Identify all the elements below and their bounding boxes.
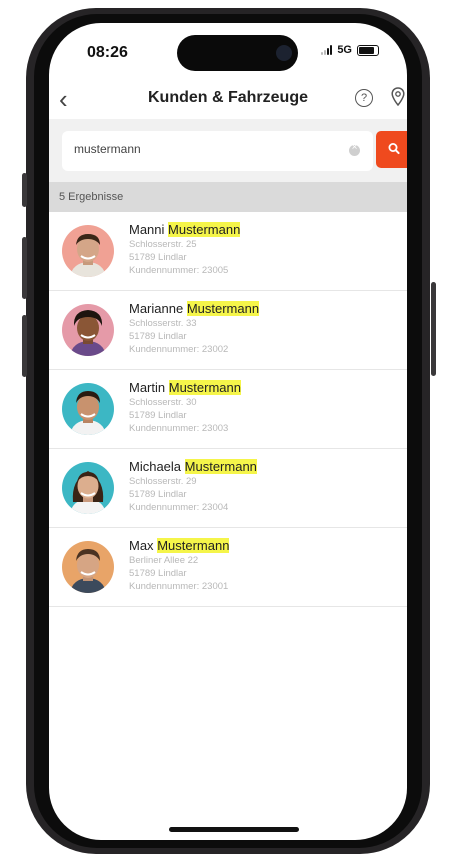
customer-name: Michaela Mustermann [129, 459, 257, 474]
search-area [49, 119, 407, 182]
volume-up-button [22, 237, 27, 299]
list-item[interactable]: Manni Mustermann Schlosserstr. 25 51789 … [49, 212, 407, 291]
customer-street: Schlosserstr. 29 [129, 476, 197, 487]
list-item[interactable]: Michaela Mustermann Schlosserstr. 29 517… [49, 449, 407, 528]
search-input[interactable] [74, 142, 324, 156]
customer-city: 51789 Lindlar [129, 568, 187, 579]
customer-street: Schlosserstr. 30 [129, 397, 197, 408]
results-count-bar: 5 Ergebnisse [49, 182, 407, 212]
customer-street: Berliner Allee 22 [129, 555, 199, 566]
list-item[interactable]: Martin Mustermann Schlosserstr. 30 51789… [49, 370, 407, 449]
customer-street: Schlosserstr. 33 [129, 318, 197, 329]
avatar [62, 462, 114, 514]
customer-city: 51789 Lindlar [129, 489, 187, 500]
customer-street: Schlosserstr. 25 [129, 239, 197, 250]
location-pin-icon[interactable] [391, 87, 405, 107]
customer-number: Kundennummer: 23002 [129, 344, 229, 355]
customer-name: Max Mustermann [129, 538, 230, 553]
customer-name: Manni Mustermann [129, 222, 241, 237]
camera-icon [276, 45, 292, 61]
signal-icon [321, 45, 333, 55]
status-indicators: 5G [321, 44, 379, 56]
search-box [62, 131, 373, 171]
home-indicator[interactable] [169, 827, 299, 832]
volume-down-button [22, 315, 27, 377]
customer-city: 51789 Lindlar [129, 410, 187, 421]
dynamic-island [177, 35, 298, 71]
list-item[interactable]: Max Mustermann Berliner Allee 22 51789 L… [49, 528, 407, 607]
help-icon[interactable]: ? [355, 89, 373, 107]
clear-icon[interactable] [349, 142, 360, 156]
network-label: 5G [337, 44, 352, 56]
customer-number: Kundennummer: 23004 [129, 502, 229, 513]
customer-city: 51789 Lindlar [129, 331, 187, 342]
list-item[interactable]: Marianne Mustermann Schlosserstr. 33 517… [49, 291, 407, 370]
results-list: Manni Mustermann Schlosserstr. 25 51789 … [49, 212, 407, 607]
search-icon [388, 142, 400, 155]
app-screen: 08:26 5G ‹ Kunden & Fahrzeuge ? 5 Ergebn… [49, 23, 407, 840]
search-button[interactable] [376, 131, 407, 168]
battery-icon [357, 44, 379, 56]
navigation-bar: ‹ Kunden & Fahrzeuge ? [49, 83, 407, 119]
customer-number: Kundennummer: 23003 [129, 423, 229, 434]
avatar [62, 383, 114, 435]
customer-number: Kundennummer: 23001 [129, 581, 229, 592]
customer-number: Kundennummer: 23005 [129, 265, 229, 276]
power-button [431, 282, 436, 376]
status-time: 08:26 [87, 44, 128, 61]
avatar [62, 225, 114, 277]
customer-name: Martin Mustermann [129, 380, 241, 395]
mute-switch [22, 173, 27, 207]
avatar [62, 541, 114, 593]
results-count: 5 Ergebnisse [59, 191, 124, 203]
avatar [62, 304, 114, 356]
customer-name: Marianne Mustermann [129, 301, 260, 316]
customer-city: 51789 Lindlar [129, 252, 187, 263]
page-title: Kunden & Fahrzeuge [147, 89, 308, 106]
